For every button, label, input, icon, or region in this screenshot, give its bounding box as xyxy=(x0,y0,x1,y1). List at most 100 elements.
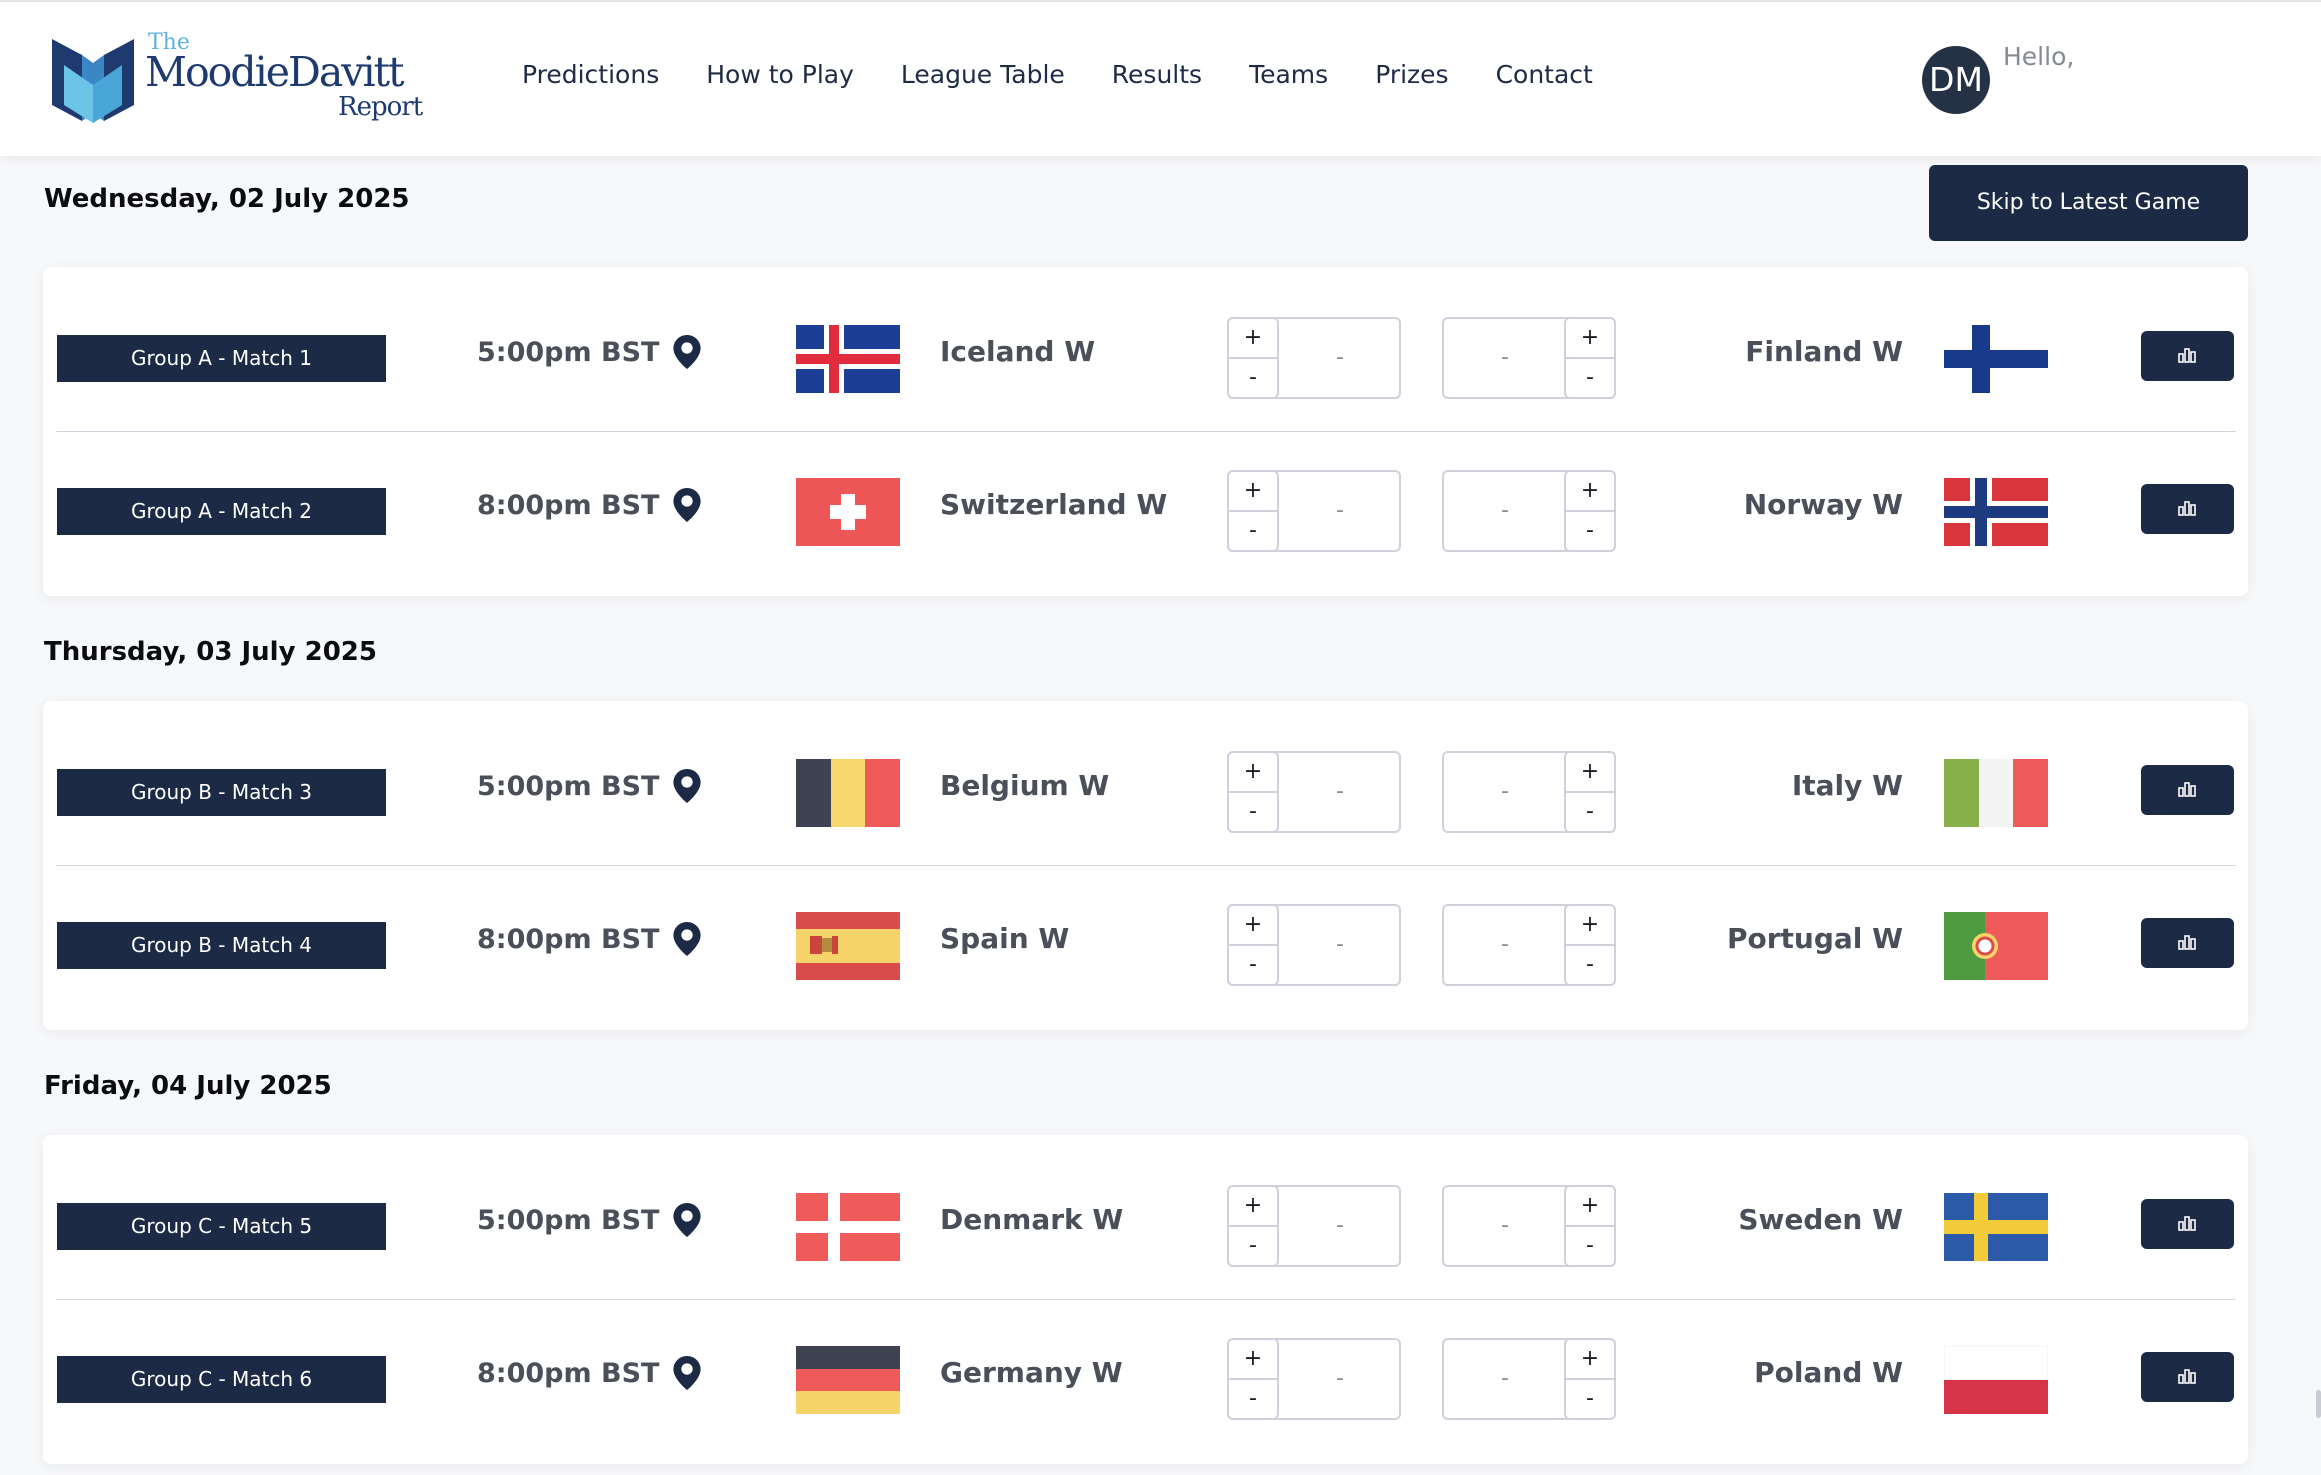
home-score-value[interactable]: - xyxy=(1279,472,1401,550)
bar-chart-icon xyxy=(2178,501,2196,516)
away-score-value[interactable]: - xyxy=(1444,472,1566,550)
nav-teams[interactable]: Teams xyxy=(1249,60,1328,89)
away-score-increment-button[interactable]: + xyxy=(1566,472,1614,512)
away-team-flag xyxy=(1944,912,2048,980)
bar-chart-icon xyxy=(2178,1369,2196,1384)
match-row: Group B - Match 4 8:00pm BST Spain W + -… xyxy=(43,866,2248,1018)
home-score-value[interactable]: - xyxy=(1279,906,1401,984)
nav-predictions[interactable]: Predictions xyxy=(522,60,659,89)
away-score-decrement-button[interactable]: - xyxy=(1566,512,1614,552)
portugal-flag-icon xyxy=(1944,912,2048,980)
away-score-value[interactable]: - xyxy=(1444,906,1566,984)
match-stats-button[interactable] xyxy=(2141,918,2234,968)
home-score-input[interactable]: + - - xyxy=(1227,904,1401,986)
iceland-flag-icon xyxy=(796,325,900,393)
away-score-decrement-button[interactable]: - xyxy=(1566,793,1614,833)
nav-how-to-play[interactable]: How to Play xyxy=(706,60,854,89)
away-score-increment-button[interactable]: + xyxy=(1566,906,1614,946)
home-score-value[interactable]: - xyxy=(1279,1340,1401,1418)
home-score-increment-button[interactable]: + xyxy=(1229,1187,1277,1227)
away-team-flag xyxy=(1944,325,2048,393)
home-score-stepper: + - xyxy=(1227,317,1279,399)
greeting-text: Hello, xyxy=(2003,42,2075,71)
away-score-value[interactable]: - xyxy=(1444,1340,1566,1418)
match-stats-button[interactable] xyxy=(2141,1199,2234,1249)
home-score-decrement-button[interactable]: - xyxy=(1229,946,1277,986)
match-stats-button[interactable] xyxy=(2141,1352,2234,1402)
away-score-input[interactable]: - + - xyxy=(1442,751,1616,833)
home-score-increment-button[interactable]: + xyxy=(1229,319,1277,359)
home-score-input[interactable]: + - - xyxy=(1227,317,1401,399)
home-score-increment-button[interactable]: + xyxy=(1229,472,1277,512)
bar-chart-icon xyxy=(2178,348,2196,363)
map-pin-icon[interactable] xyxy=(673,769,701,803)
away-score-input[interactable]: - + - xyxy=(1442,1185,1616,1267)
home-team-flag xyxy=(796,759,900,827)
away-score-increment-button[interactable]: + xyxy=(1566,319,1614,359)
home-score-input[interactable]: + - - xyxy=(1227,470,1401,552)
nav-results[interactable]: Results xyxy=(1112,60,1202,89)
away-score-decrement-button[interactable]: - xyxy=(1566,1380,1614,1420)
away-score-input[interactable]: - + - xyxy=(1442,904,1616,986)
kickoff-time: 5:00pm BST xyxy=(477,771,660,802)
home-score-decrement-button[interactable]: - xyxy=(1229,512,1277,552)
map-pin-icon[interactable] xyxy=(673,335,701,369)
home-score-input[interactable]: + - - xyxy=(1227,1338,1401,1420)
logo-sub: Report xyxy=(338,92,423,122)
home-score-value[interactable]: - xyxy=(1279,1187,1401,1265)
away-score-input[interactable]: - + - xyxy=(1442,1338,1616,1420)
bar-chart-icon xyxy=(2178,782,2196,797)
home-score-decrement-button[interactable]: - xyxy=(1229,793,1277,833)
away-score-input[interactable]: - + - xyxy=(1442,317,1616,399)
match-stats-button[interactable] xyxy=(2141,331,2234,381)
scrollbar-thumb[interactable] xyxy=(2316,1390,2321,1418)
nav-contact[interactable]: Contact xyxy=(1496,60,1593,89)
home-score-input[interactable]: + - - xyxy=(1227,751,1401,833)
match-row: Group C - Match 5 5:00pm BST Denmark W +… xyxy=(43,1147,2248,1299)
away-score-input[interactable]: - + - xyxy=(1442,470,1616,552)
map-pin-icon[interactable] xyxy=(673,922,701,956)
map-pin-icon[interactable] xyxy=(673,1203,701,1237)
away-score-increment-button[interactable]: + xyxy=(1566,1187,1614,1227)
map-pin-icon[interactable] xyxy=(673,488,701,522)
away-score-increment-button[interactable]: + xyxy=(1566,753,1614,793)
day-heading: Friday, 04 July 2025 xyxy=(44,1071,332,1101)
map-pin-icon[interactable] xyxy=(673,1356,701,1390)
away-score-increment-button[interactable]: + xyxy=(1566,1340,1614,1380)
match-row: Group A - Match 1 5:00pm BST Iceland W +… xyxy=(43,279,2248,431)
home-score-increment-button[interactable]: + xyxy=(1229,906,1277,946)
away-score-value[interactable]: - xyxy=(1444,1187,1566,1265)
home-score-decrement-button[interactable]: - xyxy=(1229,359,1277,399)
user-avatar[interactable]: DM xyxy=(1922,46,1990,114)
away-score-stepper: + - xyxy=(1564,317,1616,399)
away-score-value[interactable]: - xyxy=(1444,319,1566,397)
home-score-decrement-button[interactable]: - xyxy=(1229,1227,1277,1267)
home-score-increment-button[interactable]: + xyxy=(1229,753,1277,793)
germany-flag-icon xyxy=(796,1346,900,1414)
home-team-name: Germany W xyxy=(940,1356,1123,1389)
home-score-increment-button[interactable]: + xyxy=(1229,1340,1277,1380)
match-group-badge: Group B - Match 4 xyxy=(57,922,386,969)
match-group-badge: Group A - Match 2 xyxy=(57,488,386,535)
day-card: Group C - Match 5 5:00pm BST Denmark W +… xyxy=(43,1135,2248,1464)
away-score-stepper: + - xyxy=(1564,1338,1616,1420)
home-score-value[interactable]: - xyxy=(1279,319,1401,397)
away-score-value[interactable]: - xyxy=(1444,753,1566,831)
away-score-decrement-button[interactable]: - xyxy=(1566,1227,1614,1267)
match-stats-button[interactable] xyxy=(2141,765,2234,815)
away-score-stepper: + - xyxy=(1564,470,1616,552)
home-score-decrement-button[interactable]: - xyxy=(1229,1380,1277,1420)
skip-to-latest-game-button[interactable]: Skip to Latest Game xyxy=(1929,165,2248,241)
nav-prizes[interactable]: Prizes xyxy=(1375,60,1448,89)
away-score-decrement-button[interactable]: - xyxy=(1566,946,1614,986)
day-card: Group B - Match 3 5:00pm BST Belgium W +… xyxy=(43,701,2248,1030)
match-group-badge: Group A - Match 1 xyxy=(57,335,386,382)
nav-league-table[interactable]: League Table xyxy=(901,60,1065,89)
site-logo[interactable]: The MoodieDavitt Report xyxy=(52,30,432,130)
home-score-input[interactable]: + - - xyxy=(1227,1185,1401,1267)
away-score-decrement-button[interactable]: - xyxy=(1566,359,1614,399)
home-score-value[interactable]: - xyxy=(1279,753,1401,831)
match-stats-button[interactable] xyxy=(2141,484,2234,534)
away-score-stepper: + - xyxy=(1564,1185,1616,1267)
away-team-flag xyxy=(1944,478,2048,546)
